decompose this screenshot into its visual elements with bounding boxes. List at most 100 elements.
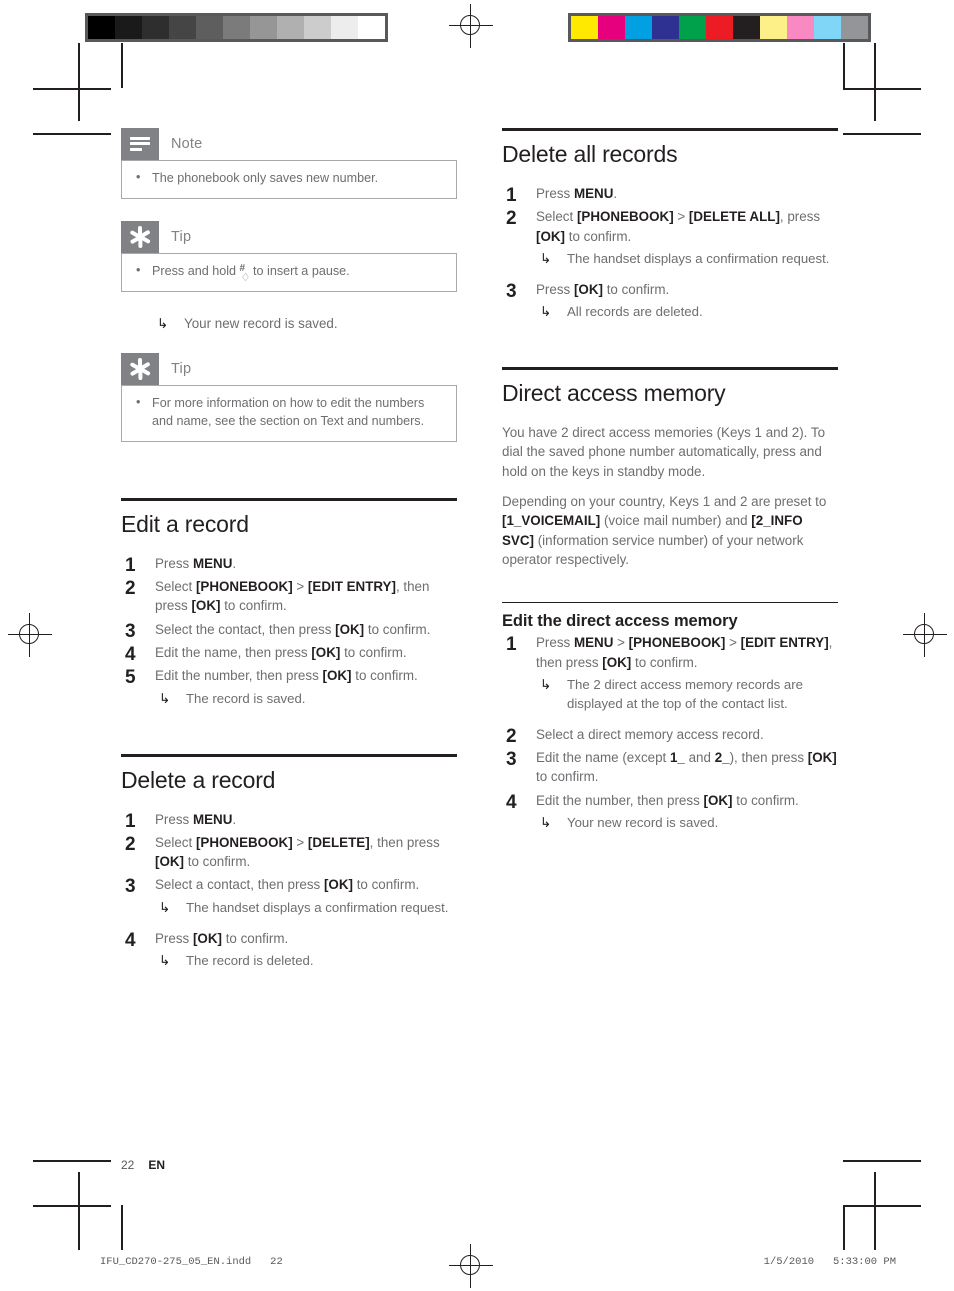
page-title-delete-a-record: Delete a record	[121, 766, 276, 793]
tip-callout-title: Tip	[171, 361, 192, 378]
tip-asterisk-icon	[121, 353, 159, 386]
tip-callout-header: Tip	[121, 353, 457, 386]
result-line-new-record-saved: Your new record is saved.	[121, 314, 457, 334]
step-text: Select a direct memory access record.	[536, 726, 764, 742]
instruction-step: 3 Edit the name (except 1_ and 2_), then …	[502, 748, 838, 787]
step-number: 3	[506, 280, 517, 302]
steps-delete-all-records: 1 Press MENU. 2 Select [PHONEBOOK] > [DELET…	[502, 184, 838, 322]
body-paragraph: Depending on your country, Keys 1 and 2 …	[502, 494, 827, 567]
step-result: The 2 direct access memory records are d…	[536, 675, 838, 713]
body-paragraph: You have 2 direct access memories (Keys …	[502, 425, 826, 479]
tip-callout-header: Tip	[121, 220, 457, 253]
slug-filename: IFU_CD270-275_05_EN.indd	[100, 1256, 252, 1268]
note-callout-header: Note	[121, 128, 457, 160]
steps-delete-a-record: 1 Press MENU. 2 Select [PHONEBOOK] > [DELET…	[121, 810, 457, 971]
section-rule	[502, 128, 838, 131]
step-text: Select the contact, then press [OK] to c…	[155, 621, 431, 637]
section-rule	[121, 497, 457, 501]
tip-callout-body: For more information on how to edit the …	[121, 385, 457, 442]
subsection-edit-direct-access-memory: Edit the direct access memory 1 Press MEN…	[502, 602, 838, 832]
tip-callout-title: Tip	[171, 228, 192, 245]
step-text: Edit the name, then press [OK] to confir…	[155, 644, 407, 660]
note-callout-title: Note	[171, 136, 203, 152]
tip-callout-text-numbers: Tip For more information on how to edit …	[121, 353, 457, 442]
step-number: 3	[125, 876, 136, 898]
step-number: 2	[125, 578, 136, 600]
instruction-step: 3 Select a contact, then press [OK] to co…	[121, 875, 457, 917]
step-number: 3	[506, 749, 517, 771]
tip-item: For more information on how to edit the …	[134, 394, 444, 431]
step-number: 2	[125, 833, 136, 855]
tip-callout-body: Press and hold #♢ to insert a pause.	[121, 252, 457, 292]
instruction-step: 3 Select the contact, then press [OK] to …	[121, 620, 457, 642]
page-title-edit-a-record: Edit a record	[121, 510, 249, 537]
tip-asterisk-icon	[121, 220, 159, 253]
step-text: Edit the number, then press [OK] to conf…	[155, 668, 418, 684]
step-text: Press [OK] to confirm.	[536, 281, 670, 297]
step-number: 4	[506, 791, 517, 813]
instruction-step: 2 Select [PHONEBOOK] > [DELETE ALL], pres…	[502, 207, 838, 268]
section-rule	[502, 367, 838, 371]
left-column: Note The phonebook only saves new number…	[121, 128, 457, 982]
folio-page-number: 22	[121, 1158, 135, 1172]
section-direct-access-memory: Direct access memory You have 2 direct a…	[502, 367, 838, 569]
manual-page: Note The phonebook only saves new number…	[0, 0, 954, 1291]
step-number: 4	[125, 929, 136, 951]
step-text: Edit the number, then press [OK] to conf…	[536, 792, 799, 808]
page-folio: 22 EN	[121, 1158, 165, 1172]
step-text: Edit the name (except 1_ and 2_), then p…	[536, 750, 837, 785]
slug-time: 5:33:00 PM	[832, 1256, 896, 1268]
step-number: 2	[506, 208, 517, 230]
instruction-step: 4 Edit the name, then press [OK] to confi…	[121, 643, 457, 665]
right-column: Delete all records 1 Press MENU. 2 Select […	[502, 128, 838, 844]
step-text: Press MENU > [PHONEBOOK] > [EDIT ENTRY],…	[536, 635, 833, 670]
tip-callout-pause: Tip Press and hold #♢ to insert a pause.	[121, 220, 457, 292]
slug-page: 22	[270, 1256, 283, 1268]
steps-edit-a-record: 1 Press MENU. 2 Select [PHONEBOOK] > [EDIT …	[121, 554, 457, 708]
section-delete-a-record: Delete a record 1 Press MENU. 2 Select [PHO…	[121, 753, 457, 971]
note-item: The phonebook only saves new number.	[134, 169, 444, 188]
page-title-direct-access-memory: Direct access memory	[502, 380, 726, 407]
step-result: The record is saved.	[155, 689, 457, 708]
tip-item: Press and hold #♢ to insert a pause.	[134, 262, 444, 284]
step-text: Press MENU.	[155, 555, 237, 571]
step-result: All records are deleted.	[536, 302, 838, 321]
section-delete-all-records: Delete all records 1 Press MENU. 2 Select […	[502, 128, 838, 322]
steps-edit-direct-access-memory: 1 Press MENU > [PHONEBOOK] > [EDIT ENTRY]…	[502, 633, 838, 832]
instruction-step: 3 Press [OK] to confirm. All records are d…	[502, 280, 838, 322]
instruction-step: 1 Press MENU > [PHONEBOOK] > [EDIT ENTRY]…	[502, 633, 838, 713]
step-text: Press MENU.	[155, 811, 237, 827]
step-result: The handset displays a confirmation requ…	[536, 249, 838, 268]
page-title-delete-all-records: Delete all records	[502, 141, 678, 167]
direct-access-paragraphs: You have 2 direct access memories (Keys …	[502, 423, 838, 569]
instruction-step: 4 Edit the number, then press [OK] to con…	[502, 791, 838, 833]
step-text: Press [OK] to confirm.	[155, 930, 289, 946]
step-text: Select [PHONEBOOK] > [DELETE ALL], press…	[536, 209, 821, 244]
instruction-step: 1 Press MENU.	[502, 184, 838, 206]
instruction-step: 4 Press [OK] to confirm. The record is del…	[121, 929, 457, 971]
section-edit-a-record: Edit a record 1 Press MENU. 2 Select [PHONE…	[121, 497, 457, 708]
note-callout: Note The phonebook only saves new number…	[121, 128, 457, 199]
step-text: Select a contact, then press [OK] to con…	[155, 877, 420, 893]
step-result: The handset displays a confirmation requ…	[155, 898, 457, 917]
step-text: Select [PHONEBOOK] > [DELETE], then pres…	[155, 834, 440, 870]
step-number: 1	[506, 634, 517, 656]
step-text: Select [PHONEBOOK] > [EDIT ENTRY], then …	[155, 579, 430, 614]
print-slug-timestamp: 1/5/2010 5:33:00 PM	[764, 1256, 896, 1268]
note-lines-icon	[121, 128, 159, 160]
subsection-rule	[502, 602, 838, 604]
instruction-step: 2 Select [PHONEBOOK] > [EDIT ENTRY], then…	[121, 577, 457, 616]
instruction-step: 5 Edit the number, then press [OK] to con…	[121, 666, 457, 708]
slug-date: 1/5/2010	[763, 1256, 815, 1268]
tip-text-before: Press and hold	[152, 263, 237, 278]
print-slug-filename: IFU_CD270-275_05_EN.indd 22	[100, 1256, 283, 1268]
instruction-step: 2 Select a direct memory access record.	[502, 725, 838, 747]
step-number: 5	[125, 667, 136, 689]
instruction-step: 1 Press MENU.	[121, 554, 457, 576]
note-callout-body: The phonebook only saves new number.	[121, 160, 457, 199]
section-rule	[121, 753, 457, 757]
step-result: The record is deleted.	[155, 951, 457, 970]
step-text: Press MENU.	[536, 186, 618, 201]
instruction-step: 2 Select [PHONEBOOK] > [DELETE], then pre…	[121, 833, 457, 872]
instruction-step: 1 Press MENU.	[121, 810, 457, 832]
